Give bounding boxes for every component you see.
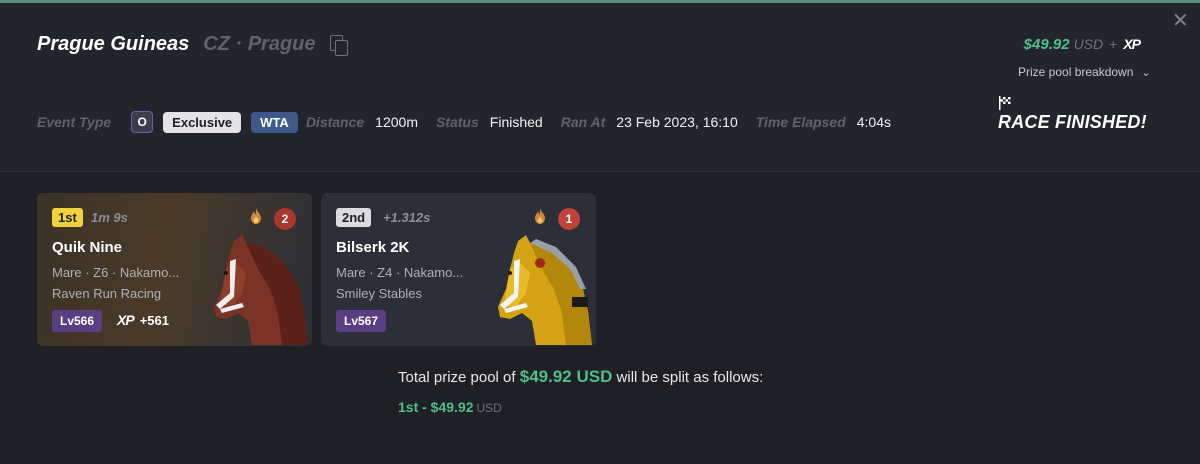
result-card-first[interactable]: 1st 1m 9s 2 Quik Nine Mare · Z6 · Nakamo… — [37, 193, 312, 346]
position-badge: 1st — [52, 208, 83, 227]
horse-name[interactable]: Bilserk 2K — [336, 239, 409, 256]
level-badge: Lv567 — [336, 310, 387, 332]
race-name: Prague Guineas — [37, 33, 190, 55]
race-finished-text: RACE FINISHED! — [998, 112, 1147, 132]
split-amount: $49.92 USD — [519, 367, 613, 386]
ran-at-value: 23 Feb 2023, 16:10 — [616, 114, 738, 130]
xp-icon: XP — [1123, 36, 1141, 52]
prize-amount: $49.92 — [1023, 36, 1070, 53]
split-suffix: will be split as follows: — [616, 369, 764, 386]
wta-badge: WTA — [251, 111, 298, 133]
prize-pool-breakdown-toggle[interactable]: Prize pool breakdown ⌄ — [1018, 65, 1151, 79]
checkered-flag-icon — [999, 96, 1011, 110]
exclusive-badge: Exclusive — [163, 111, 242, 133]
horse-stable: Smiley Stables — [336, 286, 422, 301]
xp-icon: XP — [117, 312, 135, 328]
finish-time: 1m 9s — [91, 210, 128, 225]
xp-value: +561 — [139, 313, 169, 328]
fire-icon — [251, 208, 261, 224]
horse-head-image — [214, 235, 308, 345]
level-badge: Lv566 — [52, 310, 103, 332]
finish-time: +1.312s — [383, 210, 431, 225]
horse-info: Mare · Z4 · Nakamo... — [336, 265, 464, 280]
time-elapsed-label: Time Elapsed — [755, 114, 846, 130]
race-header: ✕ Prague Guineas CZ · Prague $49.92 USD + X… — [0, 3, 1200, 172]
position-badge: 2nd — [336, 208, 372, 227]
time-elapsed-value: 4:04s — [856, 114, 891, 130]
split-currency: USD — [476, 401, 502, 415]
split-line-first: 1st - $49.92 USD — [398, 399, 502, 415]
title-row: Prague Guineas CZ · Prague — [37, 33, 348, 56]
prize-split-summary: Total prize pool of $49.92 USD will be s… — [398, 367, 763, 387]
rank-circle: 1 — [558, 208, 580, 230]
event-type-label: Event Type — [37, 114, 112, 130]
ran-at-label: Ran At — [560, 114, 606, 130]
split-prefix: Total prize pool of — [398, 369, 516, 386]
fire-icon — [535, 208, 545, 224]
distance-label: Distance — [305, 114, 365, 130]
chevron-down-icon: ⌄ — [1141, 67, 1151, 79]
prize-summary: $49.92 USD + XP — [1023, 36, 1141, 53]
horse-head-image — [498, 235, 592, 345]
horse-name[interactable]: Quik Nine — [52, 239, 122, 256]
breakdown-label: Prize pool breakdown — [1018, 65, 1134, 79]
horse-stable: Raven Run Racing — [52, 286, 162, 301]
status-label: Status — [435, 114, 479, 130]
event-meta-row: Event Type O Exclusive WTA Distance 1200… — [37, 110, 891, 134]
prize-currency: USD — [1073, 36, 1104, 52]
rank-circle: 2 — [274, 208, 296, 230]
xp-reward: XP +561 — [117, 312, 169, 328]
copy-icon[interactable] — [329, 34, 348, 56]
horse-info: Mare · Z6 · Nakamo... — [52, 265, 180, 280]
prize-plus: + — [1109, 36, 1118, 52]
close-icon[interactable]: ✕ — [1172, 11, 1189, 31]
distance-value: 1200m — [375, 114, 418, 130]
race-location: CZ · Prague — [203, 33, 316, 55]
result-card-second[interactable]: 2nd +1.312s 1 Bilserk 2K Mare · Z4 · Nak… — [321, 193, 596, 346]
status-value: Finished — [489, 114, 543, 130]
class-badge: O — [131, 111, 154, 133]
split-place: 1st - $49.92 — [398, 399, 474, 415]
race-finished-banner: RACE FINISHED! — [998, 96, 1147, 133]
